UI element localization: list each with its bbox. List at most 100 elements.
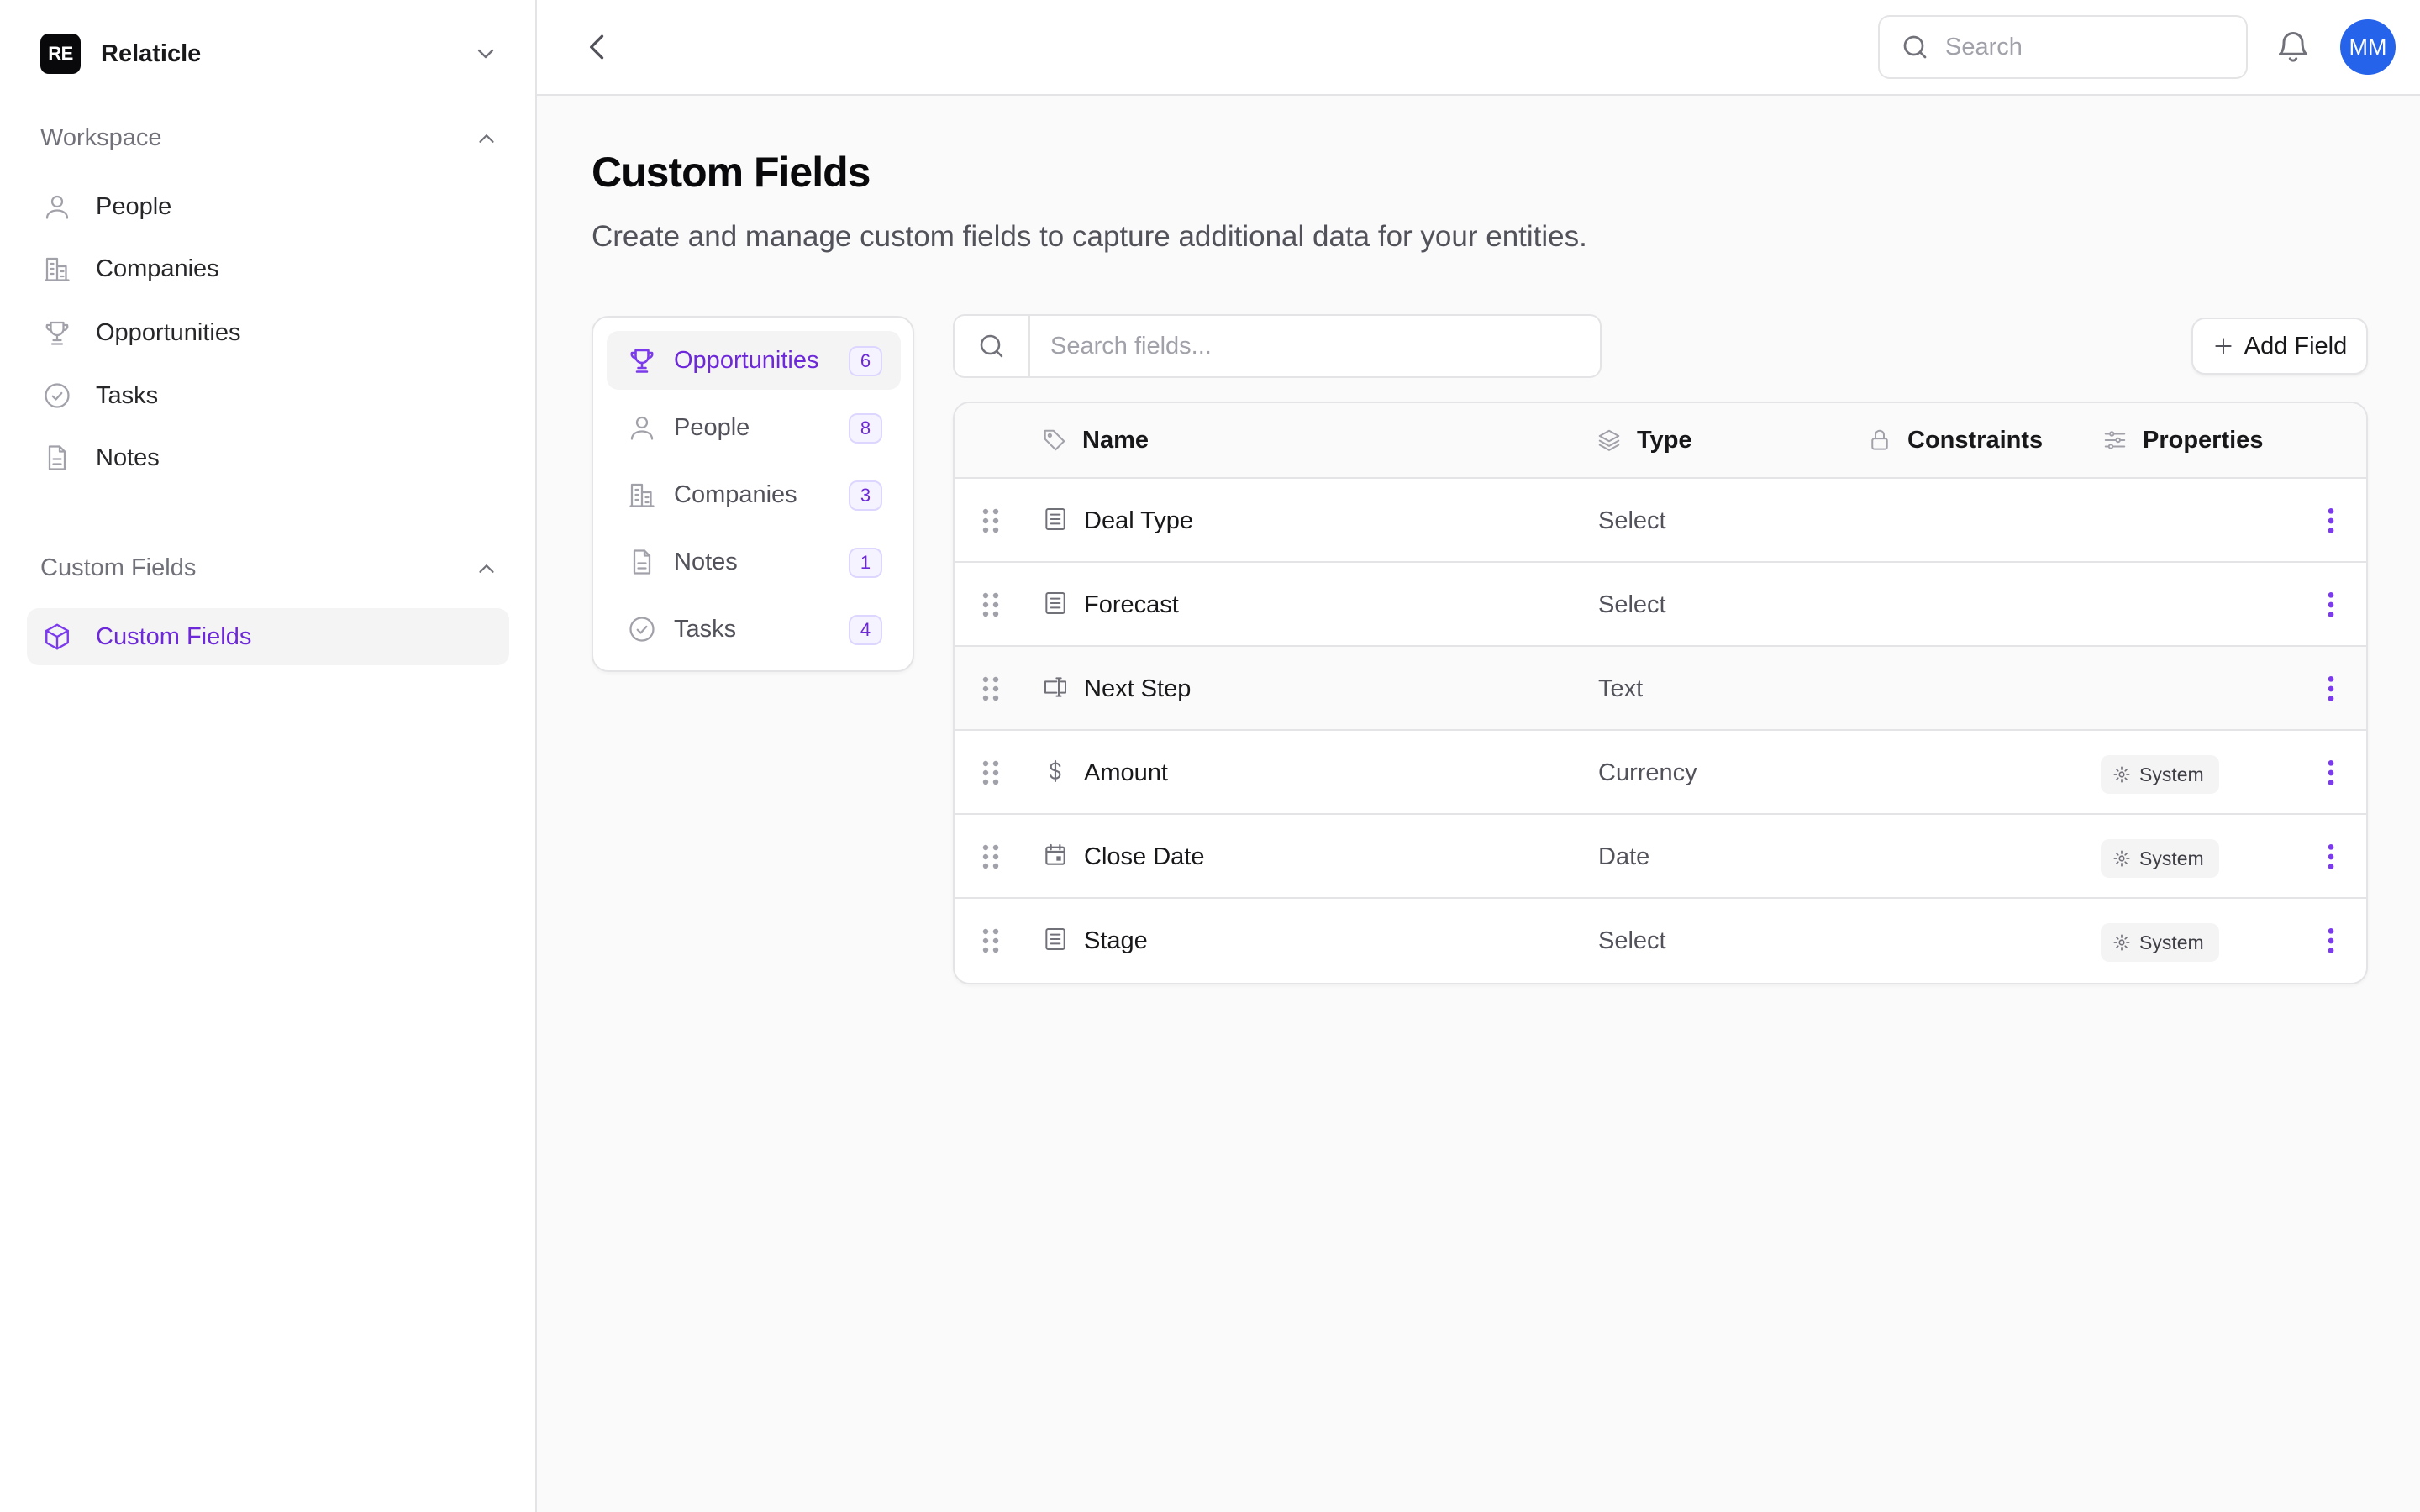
field-type: Select	[1598, 507, 1666, 534]
sidebar-item-opportunities[interactable]: Opportunities	[27, 304, 509, 361]
list-icon	[1045, 928, 1065, 950]
bell-icon[interactable]	[2275, 29, 2312, 66]
drag-handle-icon[interactable]	[981, 759, 1000, 786]
tag-icon	[1044, 429, 1065, 451]
sidebar-item-label: Companies	[96, 255, 219, 282]
table-row[interactable]: Forecast Select	[955, 563, 2366, 647]
entity-label: Tasks	[674, 615, 737, 643]
table-row[interactable]: Deal Type Select	[955, 479, 2366, 563]
field-type: Select	[1598, 591, 1666, 618]
entity-selector: Opportunities 6 People 8 Companies 3 Not…	[592, 316, 914, 672]
column-header-label: Type	[1637, 426, 1692, 454]
column-header-label: Name	[1082, 426, 1149, 454]
sidebar-item-label: Opportunities	[96, 318, 241, 346]
system-badge: System	[2101, 923, 2219, 962]
column-header-label: Properties	[2143, 426, 2264, 454]
workspace-group-label: Workspace	[40, 123, 162, 151]
document-icon	[633, 549, 651, 575]
more-vertical-icon[interactable]	[2314, 840, 2348, 874]
calendar-icon	[1045, 843, 1065, 865]
sidebar-item-notes[interactable]: Notes	[27, 429, 509, 486]
sidebar-item-label: Custom Fields	[96, 622, 252, 650]
column-header-constraints[interactable]: Constraints	[1867, 403, 2043, 477]
drag-handle-icon[interactable]	[981, 843, 1000, 870]
entity-count-badge: 3	[849, 480, 882, 511]
sidebar-item-people[interactable]: People	[27, 178, 509, 235]
back-arrow-icon[interactable]	[579, 29, 616, 66]
dollar-icon	[1050, 759, 1061, 783]
entity-label: Opportunities	[674, 346, 819, 374]
table-row[interactable]: Close Date Date System	[955, 815, 2366, 899]
table-row[interactable]: Stage Select System	[955, 899, 2366, 983]
building-icon	[629, 483, 655, 507]
entity-item-people[interactable]: People 8	[607, 398, 901, 457]
plus-icon	[2215, 338, 2232, 354]
system-badge-label: System	[2139, 847, 2204, 869]
drag-handle-icon[interactable]	[981, 507, 1000, 534]
more-vertical-icon[interactable]	[2314, 924, 2348, 958]
table-row[interactable]: Next Step Text	[955, 647, 2366, 731]
global-search[interactable]	[1878, 15, 2248, 79]
sliders-icon	[2104, 431, 2126, 449]
drag-handle-icon[interactable]	[981, 591, 1000, 618]
custom-fields-group-label: Custom Fields	[40, 554, 197, 581]
add-field-label: Add Field	[2244, 332, 2348, 360]
field-name: Amount	[1084, 759, 1168, 786]
table-header: Name Type Constraints Properties	[955, 403, 2366, 479]
field-name: Deal Type	[1084, 507, 1194, 534]
more-vertical-icon[interactable]	[2314, 588, 2348, 622]
entity-item-tasks[interactable]: Tasks 4	[607, 600, 901, 659]
avatar[interactable]: MM	[2340, 19, 2396, 75]
column-header-properties[interactable]: Properties	[2102, 403, 2263, 477]
more-vertical-icon[interactable]	[2314, 672, 2348, 706]
more-vertical-icon[interactable]	[2314, 756, 2348, 790]
sidebar: RE Relaticle Workspace People Companies …	[0, 0, 537, 1512]
entity-item-notes[interactable]: Notes 1	[607, 533, 901, 591]
global-search-input[interactable]	[1945, 33, 2214, 61]
custom-fields-group-toggle[interactable]: Custom Fields	[27, 544, 499, 591]
lock-icon	[1871, 429, 1888, 450]
search-icon	[1903, 35, 1927, 59]
chevron-up-icon	[479, 134, 494, 143]
system-badge: System	[2101, 755, 2219, 794]
fields-search-input[interactable]	[1030, 316, 1600, 376]
field-type: Currency	[1598, 759, 1697, 786]
cog-icon	[2113, 934, 2130, 951]
add-field-button[interactable]: Add Field	[2191, 318, 2368, 375]
trophy-icon	[45, 321, 69, 345]
layers-icon	[1598, 429, 1620, 451]
workspace-switcher[interactable]: RE Relaticle	[27, 27, 499, 81]
check-circle-icon	[45, 383, 70, 408]
column-header-type[interactable]: Type	[1597, 403, 1692, 477]
sidebar-item-custom-fields[interactable]: Custom Fields	[27, 608, 509, 665]
entity-count-badge: 6	[849, 346, 882, 376]
entity-item-companies[interactable]: Companies 3	[607, 465, 901, 524]
field-name: Forecast	[1084, 591, 1179, 618]
sidebar-item-companies[interactable]: Companies	[27, 240, 509, 297]
building-icon	[45, 257, 70, 281]
cog-icon	[2113, 766, 2130, 783]
column-header-label: Constraints	[1907, 426, 2044, 454]
more-vertical-icon[interactable]	[2314, 504, 2348, 538]
table-row[interactable]: Amount Currency System	[955, 731, 2366, 815]
entity-count-badge: 1	[849, 548, 882, 578]
drag-handle-icon[interactable]	[981, 675, 1000, 702]
column-header-name[interactable]: Name	[1042, 403, 1149, 477]
workspace-group-toggle[interactable]: Workspace	[27, 114, 499, 161]
trophy-icon	[630, 349, 654, 373]
sidebar-item-label: Tasks	[96, 381, 159, 409]
drag-handle-icon[interactable]	[981, 927, 1000, 954]
search-icon	[980, 334, 1003, 358]
cog-icon	[2113, 850, 2130, 867]
topbar: MM	[537, 0, 2420, 96]
field-name: Stage	[1084, 927, 1148, 954]
field-type: Date	[1598, 843, 1650, 870]
user-icon	[630, 416, 654, 440]
sidebar-item-tasks[interactable]: Tasks	[27, 367, 509, 424]
entity-item-opportunities[interactable]: Opportunities 6	[607, 331, 901, 390]
page-title: Custom Fields	[592, 149, 871, 196]
entity-label: Notes	[674, 548, 738, 575]
fields-search[interactable]	[953, 314, 1602, 378]
list-icon	[1045, 592, 1065, 614]
system-badge-label: System	[2139, 931, 2204, 953]
